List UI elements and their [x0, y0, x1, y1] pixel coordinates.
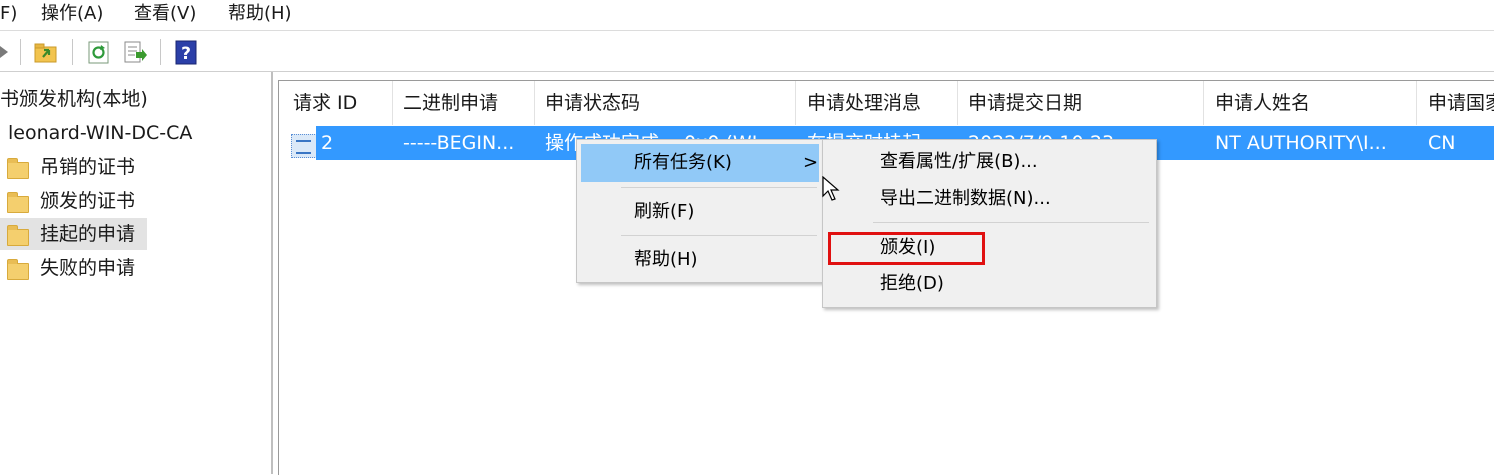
- tree-item-pending[interactable]: 挂起的申请: [0, 218, 147, 250]
- submenu-item-view-properties[interactable]: 查看属性/扩展(B)...: [880, 149, 1038, 175]
- toolbar-separator: [72, 39, 73, 65]
- tree-item-label: 失败的申请: [40, 257, 136, 279]
- column-header-requester[interactable]: 申请人姓名: [1215, 81, 1405, 125]
- context-menu: 所有任务(K) > 刷新(F) 帮助(H): [576, 139, 824, 283]
- forward-arrow-icon[interactable]: [0, 39, 10, 65]
- menu-view[interactable]: 查看(V): [134, 2, 196, 26]
- toolbar-separator: [20, 39, 21, 65]
- tree-item-label: 吊销的证书: [40, 156, 136, 178]
- request-icon: [291, 134, 317, 158]
- column-header-country[interactable]: 申请国家: [1428, 81, 1494, 125]
- folder-icon: [7, 192, 29, 213]
- menu-action[interactable]: 操作(A): [41, 2, 103, 26]
- column-header-request-id[interactable]: 请求 ID: [293, 81, 393, 125]
- tree-item-label: 挂起的申请: [40, 223, 136, 245]
- svg-text:?: ?: [181, 44, 191, 64]
- menu-separator: [621, 235, 817, 236]
- mouse-cursor-icon: [822, 175, 840, 202]
- tree-item-failed[interactable]: 失败的申请: [0, 252, 271, 284]
- submenu-item-deny[interactable]: 拒绝(D): [880, 271, 944, 297]
- menu-bar: F) 操作(A) 查看(V) 帮助(H): [0, 0, 1494, 31]
- menu-file[interactable]: F): [0, 2, 17, 26]
- refresh-icon[interactable]: [86, 39, 112, 65]
- tree-root[interactable]: 书颁发机构(本地): [0, 86, 148, 112]
- context-menu-item-refresh[interactable]: 刷新(F): [634, 199, 694, 225]
- context-menu-item-label: 所有任务(K): [634, 152, 732, 173]
- column-header-status-code[interactable]: 申请状态码: [545, 81, 785, 125]
- cell-requester: NT AUTHORITY\I...: [1215, 132, 1387, 154]
- folder-icon: [7, 225, 29, 246]
- tree-pane: 书颁发机构(本地) leonard-WIN-DC-CA 吊销的证书 颁发的证书 …: [0, 72, 273, 474]
- folder-icon: [7, 259, 29, 280]
- column-header-submit-date[interactable]: 申请提交日期: [968, 81, 1198, 125]
- cell-country: CN: [1428, 132, 1456, 154]
- column-divider[interactable]: [957, 81, 958, 125]
- submenu-arrow-icon: >: [803, 152, 819, 173]
- column-header-message[interactable]: 申请处理消息: [807, 81, 952, 125]
- export-list-icon[interactable]: [122, 39, 148, 65]
- column-divider[interactable]: [1416, 81, 1417, 125]
- toolbar-separator: [160, 39, 161, 65]
- help-icon[interactable]: ?: [174, 39, 200, 65]
- menu-separator: [873, 222, 1149, 223]
- menu-separator: [621, 187, 817, 188]
- toolbar: ?: [0, 31, 1494, 72]
- tree-item-issued[interactable]: 颁发的证书: [0, 185, 271, 217]
- tree-item-revoked[interactable]: 吊销的证书: [0, 151, 271, 183]
- column-header-binary[interactable]: 二进制申请: [403, 81, 533, 125]
- column-divider[interactable]: [392, 81, 393, 125]
- tree-item-label: 颁发的证书: [40, 190, 136, 212]
- up-folder-icon[interactable]: [33, 39, 59, 65]
- menu-help[interactable]: 帮助(H): [228, 2, 292, 26]
- annotation-highlight-box: [828, 232, 985, 265]
- column-divider[interactable]: [795, 81, 796, 125]
- list-header: 请求 ID 二进制申请 申请状态码 申请处理消息 申请提交日期 申请人姓名 申请…: [279, 81, 1494, 125]
- column-divider[interactable]: [1203, 81, 1204, 125]
- all-tasks-submenu: 查看属性/扩展(B)... 导出二进制数据(N)... 颁发(I) 拒绝(D): [822, 139, 1157, 308]
- cell-binary: -----BEGIN...: [403, 132, 515, 154]
- context-menu-item-all-tasks[interactable]: 所有任务(K) >: [581, 144, 819, 182]
- submenu-item-export-binary[interactable]: 导出二进制数据(N)...: [880, 186, 1051, 212]
- column-divider[interactable]: [534, 81, 535, 125]
- tree-ca-node[interactable]: leonard-WIN-DC-CA: [8, 120, 192, 146]
- cell-request-id: 2: [321, 132, 334, 154]
- context-menu-item-help[interactable]: 帮助(H): [634, 247, 698, 273]
- folder-icon: [7, 158, 29, 179]
